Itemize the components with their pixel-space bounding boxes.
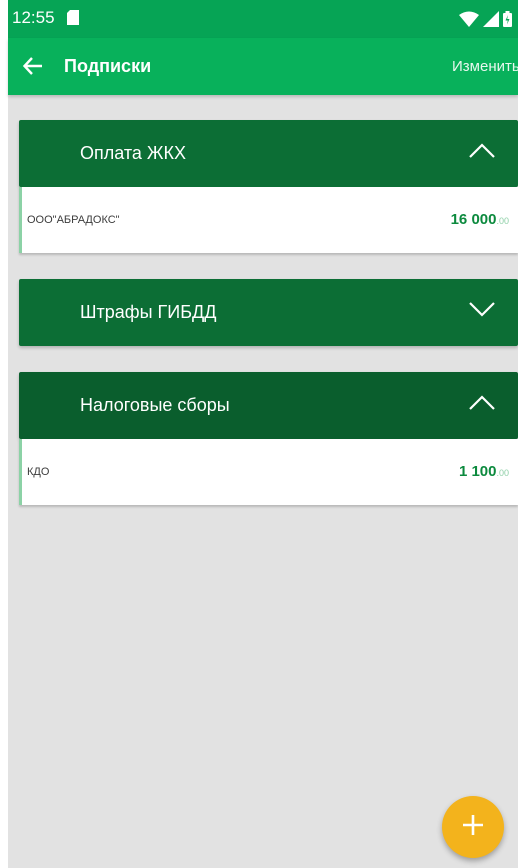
app-bar: Подписки Изменить <box>8 38 518 95</box>
group-title: Штрафы ГИБДД <box>80 302 217 322</box>
group-header-utilities[interactable]: Оплата ЖКХ <box>19 120 518 187</box>
item-amount: 1 100.00 <box>459 463 509 480</box>
group-title: Оплата ЖКХ <box>80 143 187 163</box>
amount-main: 16 000 <box>450 211 497 228</box>
group-utilities: Оплата ЖКХ ООО"АБРАДОКС" 16 000.00 <box>19 120 518 253</box>
list-item[interactable]: ООО"АБРАДОКС" 16 000.00 <box>19 187 518 253</box>
status-time: 12:55 <box>12 8 55 27</box>
system-icons <box>459 11 512 32</box>
group-header-taxes[interactable]: Налоговые сборы <box>19 372 518 439</box>
group-fines: Штрафы ГИБДД <box>19 279 518 346</box>
status-bar: 12:55 <box>8 0 518 38</box>
sd-card-icon <box>67 10 79 30</box>
item-name: КДО <box>27 466 50 478</box>
subscriptions-list: Оплата ЖКХ ООО"АБРАДОКС" 16 000.00 Штраф… <box>8 95 518 868</box>
group-header-fines[interactable]: Штрафы ГИБДД <box>19 279 518 346</box>
add-subscription-button[interactable] <box>442 796 504 858</box>
wifi-icon <box>459 11 479 32</box>
item-amount: 16 000.00 <box>451 211 509 228</box>
list-item[interactable]: КДО 1 100.00 <box>19 439 518 505</box>
chevron-up-icon[interactable] <box>468 393 496 416</box>
item-name: ООО"АБРАДОКС" <box>27 214 120 226</box>
edit-button[interactable]: Изменить <box>452 58 518 75</box>
signal-icon <box>483 11 499 32</box>
chevron-down-icon[interactable] <box>468 300 496 323</box>
plus-icon <box>461 813 485 842</box>
amount-cents: .00 <box>496 468 509 478</box>
chevron-up-icon[interactable] <box>468 141 496 164</box>
amount-main: 1 100 <box>458 463 497 480</box>
group-taxes: Налоговые сборы КДО 1 100.00 <box>19 372 518 505</box>
page-title: Подписки <box>64 56 152 76</box>
group-title: Налоговые сборы <box>80 395 230 415</box>
back-arrow-icon[interactable] <box>22 55 44 82</box>
battery-icon <box>503 11 512 32</box>
amount-cents: .00 <box>496 216 509 226</box>
